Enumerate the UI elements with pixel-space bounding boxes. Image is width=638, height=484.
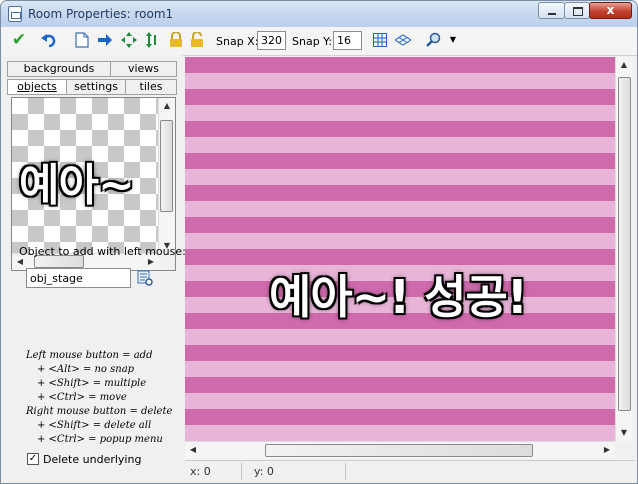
room-scroll-corner (615, 441, 632, 458)
room-scroll-left-icon[interactable]: ◀ (185, 442, 201, 458)
shift-vertical-icon[interactable] (143, 31, 161, 49)
snap-x-input[interactable]: 320 (257, 31, 286, 50)
room-app-icon (8, 6, 22, 22)
zoom-icon[interactable] (425, 31, 443, 49)
tab-tiles-label: tiles (139, 80, 163, 93)
tab-tiles[interactable]: tiles (125, 79, 177, 95)
tab-settings-label: settings (74, 80, 118, 93)
snap-y-label: Snap Y: (292, 35, 333, 48)
room-overlay-text: 예아~! 성공! (269, 270, 528, 324)
help-shift-delete: + <Shift> = delete all (37, 420, 152, 431)
tab-settings[interactable]: settings (66, 79, 126, 95)
close-icon: x (606, 3, 615, 17)
toolbar: ✔ Snap X: 320 Snap Y: 16 ▼ (1, 27, 637, 56)
status-y: y: 0 (254, 465, 274, 478)
help-left-mouse: Left mouse button = add (26, 350, 153, 361)
status-divider (241, 463, 242, 480)
shift-right-arrow-icon[interactable] (96, 31, 114, 49)
tab-objects[interactable]: objects (7, 79, 67, 95)
room-canvas[interactable] (185, 57, 615, 441)
isometric-grid-icon[interactable] (394, 31, 412, 49)
scroll-up-icon[interactable]: ▲ (159, 98, 175, 114)
grid-icon[interactable] (371, 31, 389, 49)
preview-overlay-text: 예아~ (19, 160, 135, 211)
tab-views[interactable]: views (110, 61, 177, 77)
room-properties-window: Room Properties: room1 x ✔ Snap X: 320 S… (0, 0, 638, 484)
room-vertical-scrollbar[interactable]: ▲ ▼ (615, 57, 633, 441)
unlock-icon[interactable] (188, 31, 206, 49)
delete-underlying-label: Delete underlying (43, 453, 142, 466)
help-alt: + <Alt> = no snap (37, 364, 135, 375)
lock-icon[interactable] (167, 31, 185, 49)
tab-backgrounds-label: backgrounds (23, 62, 95, 75)
clear-room-icon[interactable] (73, 31, 91, 49)
shift-horizontal-icon[interactable] (120, 31, 138, 49)
help-ctrl-popup: + <Ctrl> = popup menu (37, 434, 163, 445)
ok-check-icon[interactable]: ✔ (10, 31, 28, 49)
status-x: x: 0 (190, 465, 211, 478)
snap-y-input[interactable]: 16 (333, 31, 362, 50)
tab-backgrounds[interactable]: backgrounds (7, 61, 111, 77)
room-scroll-up-icon[interactable]: ▲ (616, 57, 632, 73)
room-horizontal-scrollbar[interactable]: ◀ ▶ (185, 441, 615, 459)
preview-vertical-scrollbar[interactable]: ▲ ▼ (158, 98, 175, 254)
window-title: Room Properties: room1 (28, 7, 174, 21)
zoom-dropdown-icon[interactable]: ▼ (444, 31, 462, 49)
undo-icon[interactable] (40, 31, 58, 49)
maximize-button[interactable] (564, 2, 590, 19)
close-button[interactable]: x (589, 2, 632, 19)
delete-underlying-checkbox[interactable]: ✓ (27, 453, 39, 465)
room-scroll-right-icon[interactable]: ▶ (599, 442, 615, 458)
status-divider (345, 463, 346, 480)
preview-vscroll-thumb[interactable] (160, 120, 173, 212)
object-menu-icon[interactable] (137, 270, 153, 286)
status-bar: x: 0 y: 0 (185, 460, 635, 482)
object-selector-input[interactable]: obj_stage (26, 268, 131, 288)
help-shift: + <Shift> = multiple (37, 378, 147, 389)
room-vscroll-thumb[interactable] (618, 77, 631, 411)
title-bar: Room Properties: room1 x (1, 1, 637, 27)
snap-x-label: Snap X: (216, 35, 259, 48)
tab-objects-label: objects (17, 80, 57, 93)
help-ctrl: + <Ctrl> = move (37, 392, 127, 403)
help-right-mouse: Right mouse button = delete (26, 406, 173, 417)
tab-views-label: views (127, 62, 160, 75)
object-caption: Object to add with left mouse: (19, 245, 186, 258)
minimize-button[interactable] (538, 2, 565, 19)
room-scroll-down-icon[interactable]: ▼ (616, 425, 632, 441)
room-hscroll-thumb[interactable] (265, 444, 533, 457)
